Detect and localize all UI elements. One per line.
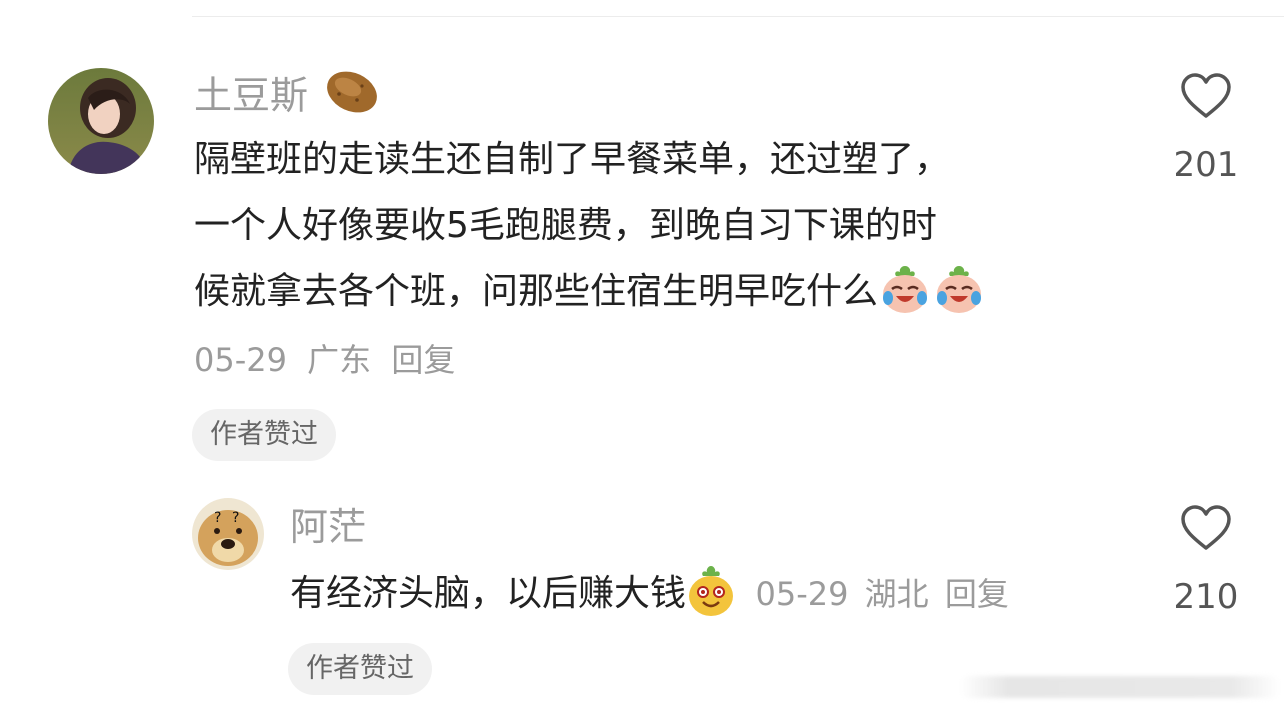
like-count: 201: [1173, 145, 1239, 185]
potato-emoji-icon: [327, 71, 378, 113]
svg-text:?: ?: [232, 510, 239, 526]
reply-button[interactable]: 回复: [945, 575, 1009, 613]
svg-text:?: ?: [214, 510, 221, 526]
reply-button[interactable]: 回复: [391, 344, 455, 376]
comment-meta: 05-29 广东 回复: [194, 344, 455, 376]
comment-line: 一个人好像要收5毛跑腿费，到晚自习下课的时: [194, 205, 937, 246]
avatar[interactable]: [48, 68, 154, 174]
comment-date: 05-29: [194, 341, 287, 379]
crying-laughing-emoji-icon: [937, 266, 982, 313]
blurred-watermark: [960, 676, 1280, 698]
username[interactable]: 阿茫: [290, 508, 366, 546]
crying-laughing-emoji-icon: [883, 266, 928, 313]
avatar[interactable]: ? ?: [192, 498, 264, 570]
comment-line: 隔壁班的走读生还自制了早餐菜单，还过塑了，: [194, 139, 951, 180]
heart-outline-icon: [1181, 505, 1231, 550]
like-count: 210: [1173, 577, 1239, 617]
top-divider: [192, 16, 1284, 17]
comment-date: 05-29: [755, 575, 849, 613]
username[interactable]: 土豆斯: [194, 71, 380, 120]
like-button[interactable]: 210: [1166, 504, 1246, 614]
comment-location: 湖北: [864, 575, 929, 613]
comment-content: 隔壁班的走读生还自制了早餐菜单，还过塑了， 一个人好像要收5毛跑腿费，到晚自习下…: [194, 127, 986, 325]
laughing-face-emoji-icon: [689, 566, 734, 616]
comment-line: 候就拿去各个班，问那些住宿生明早吃什么: [194, 259, 986, 325]
heart-outline-icon: [1181, 73, 1231, 118]
comment-content: 有经济头脑，以后赚大钱 05-29 湖北 回复: [290, 561, 1009, 627]
like-button[interactable]: 201: [1166, 72, 1246, 182]
comment-location: 广东: [307, 341, 372, 379]
author-liked-badge: 作者赞过: [288, 643, 432, 695]
author-liked-badge: 作者赞过: [192, 409, 336, 461]
